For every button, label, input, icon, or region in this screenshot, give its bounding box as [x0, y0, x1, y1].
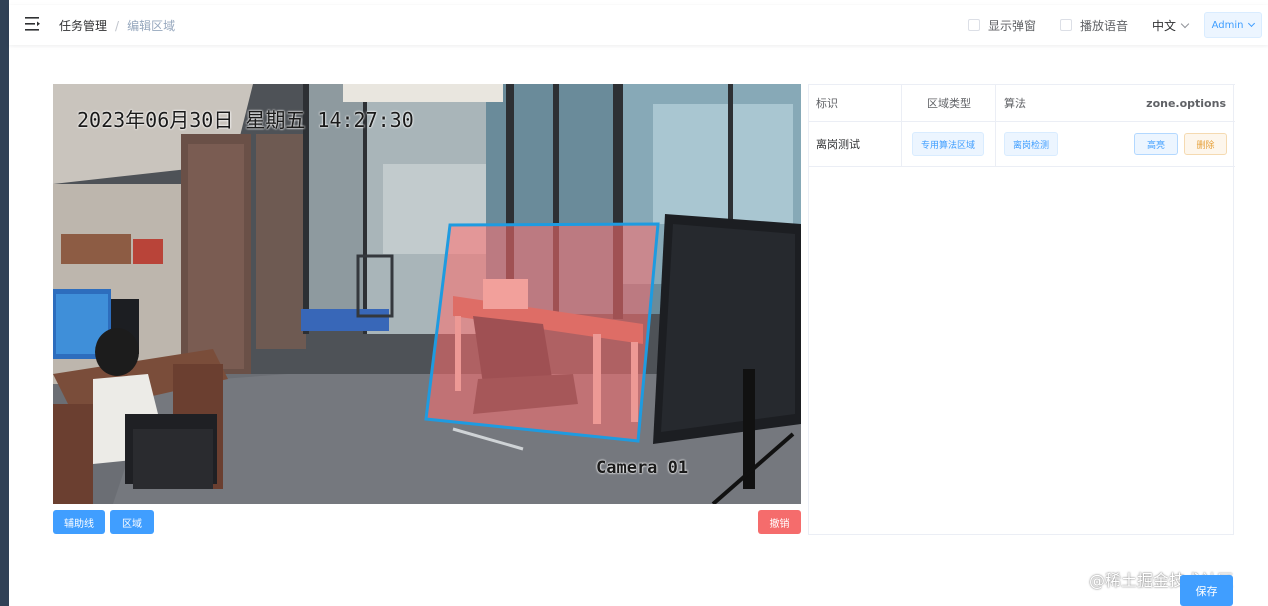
chevron-down-icon [1248, 19, 1256, 28]
play-voice-label: 播放语音 [1079, 18, 1128, 33]
table-row: 离岗测试 专用算法区域 离岗检测 高亮 删除 [809, 122, 1235, 167]
column-header-options: zone.options [1146, 96, 1226, 110]
column-divider [995, 84, 996, 167]
zone-type-cell: 专用算法区域 [912, 122, 985, 166]
camera-scene [53, 84, 801, 504]
delete-button[interactable]: 删除 [1184, 133, 1227, 155]
sidebar-edge [0, 0, 9, 606]
breadcrumb-separator: / [115, 18, 120, 33]
undo-button[interactable]: 撤销 [758, 510, 801, 534]
column-divider [901, 84, 902, 167]
play-voice-checkbox[interactable]: 播放语音 [1059, 17, 1128, 34]
checkbox-icon[interactable] [967, 19, 980, 31]
zone-button[interactable]: 区域 [110, 510, 154, 534]
chevron-down-icon [1180, 19, 1190, 28]
show-popup-label: 显示弹窗 [987, 18, 1036, 33]
column-header-algorithm: 算法 [1004, 97, 1026, 110]
hamburger-icon[interactable] [25, 17, 41, 31]
algorithm-tag: 离岗检测 [1004, 132, 1059, 156]
algorithm-cell: 离岗检测 [1004, 122, 1059, 166]
header-controls: 显示弹窗 播放语音 中文 Admin [967, 12, 1262, 38]
osd-camera-name: Camera 01 [596, 458, 689, 478]
zone-id-cell: 离岗测试 [816, 138, 860, 151]
save-button[interactable]: 保存 [1180, 575, 1233, 606]
table-header: 标识 区域类型 算法 zone.options [809, 84, 1235, 122]
highlight-button[interactable]: 高亮 [1134, 133, 1178, 155]
user-dropdown[interactable]: Admin [1204, 12, 1262, 38]
guide-line-button[interactable]: 辅助线 [53, 510, 105, 534]
zone-type-tag: 专用算法区域 [912, 132, 985, 156]
zone-table: 标识 区域类型 算法 zone.options 离岗测试 专用算法区域 离岗检测… [808, 84, 1235, 535]
checkbox-icon[interactable] [1059, 19, 1072, 31]
column-header-id: 标识 [816, 97, 838, 110]
options-cell: 高亮 删除 [1134, 122, 1227, 166]
breadcrumb: 任务管理 / 编辑区域 [59, 17, 175, 34]
breadcrumb-task-management[interactable]: 任务管理 [59, 17, 107, 34]
camera-canvas[interactable]: 2023年06月30日 星期五 14:27:30 Camera 01 [53, 84, 801, 504]
top-navbar: 任务管理 / 编辑区域 显示弹窗 播放语音 中文 Admin [9, 5, 1268, 45]
osd-datetime: 2023年06月30日 星期五 14:27:30 [77, 108, 414, 132]
breadcrumb-edit-zone: 编辑区域 [127, 19, 176, 33]
column-header-zone-type: 区域类型 [927, 97, 971, 110]
user-name: Admin [1211, 19, 1244, 31]
language-label: 中文 [1151, 18, 1176, 33]
language-dropdown[interactable]: 中文 [1151, 17, 1190, 34]
show-popup-checkbox[interactable]: 显示弹窗 [967, 17, 1036, 34]
